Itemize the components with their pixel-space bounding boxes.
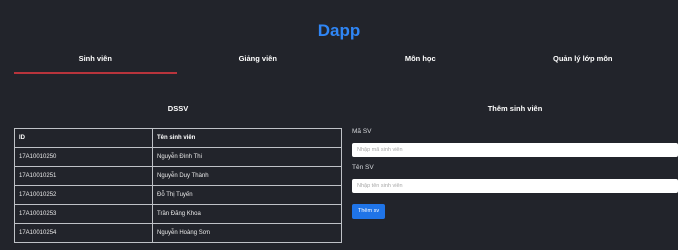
app-title: Dapp: [317, 21, 361, 40]
student-name-cell: Đỗ Thị Tuyến: [152, 185, 342, 205]
tab-bar: Sinh viên Giảng viên Môn học Quản lý lớp…: [14, 46, 664, 78]
student-id-cell: 17A10010252: [14, 185, 153, 205]
student-name-cell: Nguyễn Hoàng Sơn: [152, 223, 342, 243]
student-name-cell: Nguyễn Duy Thành: [152, 166, 342, 186]
student-name-label: Tên SV: [352, 164, 374, 171]
table-row[interactable]: 17A10010250 Nguyễn Đình Thi: [14, 147, 342, 167]
student-name-input[interactable]: [352, 179, 678, 193]
student-id-cell: 17A10010253: [14, 204, 153, 224]
add-student-button[interactable]: Thêm sv: [352, 204, 386, 219]
table-row[interactable]: 17A10010254 Nguyễn Hoàng Sơn: [14, 223, 342, 243]
add-student-form: Mã SV Tên SV Thêm sv: [352, 127, 678, 219]
column-header-id: ID: [14, 128, 153, 148]
column-header-name: Tên sinh viên: [152, 128, 342, 148]
add-student-title: Thêm sinh viên: [487, 104, 543, 113]
student-list-title: DSSV: [167, 104, 189, 113]
app-window: Dapp Sinh viên Giảng viên Môn học Quản l…: [0, 0, 678, 250]
tab-sinh-vien[interactable]: Sinh viên: [14, 46, 177, 78]
student-name-cell: Trần Đăng Khoa: [152, 204, 342, 224]
tab-giang-vien[interactable]: Giảng viên: [177, 46, 340, 78]
tab-quan-ly-lop-mon[interactable]: Quản lý lớp môn: [502, 46, 665, 78]
student-name-cell: Nguyễn Đình Thi: [152, 147, 342, 167]
student-id-cell: 17A10010254: [14, 223, 153, 243]
table-row[interactable]: 17A10010251 Nguyễn Duy Thành: [14, 166, 342, 186]
tab-mon-hoc[interactable]: Môn học: [339, 46, 502, 78]
student-id-input[interactable]: [352, 143, 678, 157]
student-id-cell: 17A10010251: [14, 166, 153, 186]
table-header-row: ID Tên sinh viên: [14, 128, 342, 148]
student-id-cell: 17A10010250: [14, 147, 153, 167]
table-row[interactable]: 17A10010252 Đỗ Thị Tuyến: [14, 185, 342, 205]
table-row[interactable]: 17A10010253 Trần Đăng Khoa: [14, 204, 342, 224]
student-id-label: Mã SV: [352, 128, 372, 135]
student-table: ID Tên sinh viên 17A10010250 Nguyễn Đình…: [14, 128, 342, 243]
